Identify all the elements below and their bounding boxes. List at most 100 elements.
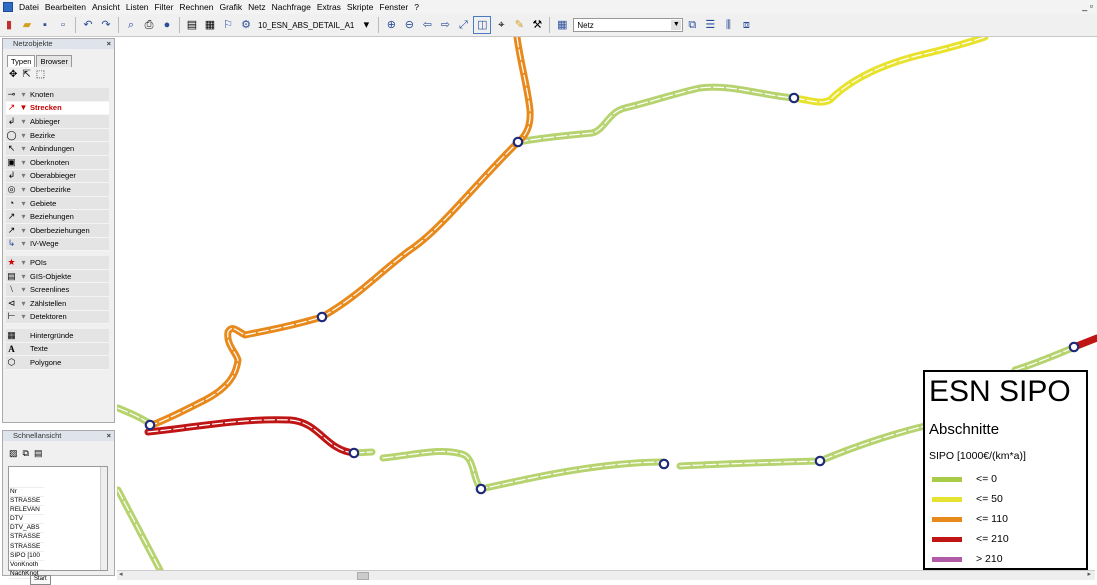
filter-icon[interactable]: ▾	[17, 199, 30, 208]
scroll-left-icon[interactable]: ◂	[119, 570, 123, 578]
menu-datei[interactable]: Datei	[16, 2, 42, 12]
network-node[interactable]	[512, 136, 524, 148]
menu-extras[interactable]: Extras	[314, 2, 344, 12]
pointer-icon[interactable]: ⇱	[22, 69, 30, 80]
filter-icon[interactable]: ▾	[17, 158, 30, 167]
filter-icon[interactable]: ▾	[17, 131, 30, 140]
chevron-down-icon[interactable]: ▼	[671, 20, 682, 30]
new-icon[interactable]: ▮	[1, 17, 17, 33]
list-item-zaehlstellen[interactable]: ⊲ ▾ Zählstellen	[6, 296, 109, 311]
link-green[interactable]	[350, 422, 929, 493]
filter-icon[interactable]: ▾	[17, 299, 30, 308]
list-item-anbindungen[interactable]: ↖ ▾ Anbindungen	[6, 142, 109, 156]
zoom-in-icon[interactable]: ⊕	[383, 17, 399, 33]
print-icon[interactable]: ⎙	[141, 17, 157, 33]
table-icon[interactable]: ▦	[202, 17, 218, 33]
filter-icon[interactable]: ▾	[17, 272, 30, 281]
window-vertical-icon[interactable]: ⫼	[720, 17, 736, 33]
window-cascade-icon[interactable]: ⧈	[738, 17, 754, 33]
filter-icon[interactable]: ▾	[17, 117, 30, 126]
list-item-hintergruende[interactable]: ▦ Hintergründe	[6, 329, 109, 343]
back-icon[interactable]: ⇦	[419, 17, 435, 33]
filter-icon[interactable]: ▾	[17, 171, 30, 180]
list-item-oberabbieger[interactable]: ↲ ▾ Oberabbieger	[6, 169, 109, 184]
tab-browser[interactable]: Browser	[36, 55, 72, 67]
undo-icon[interactable]: ↶	[80, 17, 96, 33]
list-item-strecken[interactable]: ↗ ▼ Strecken	[6, 101, 109, 116]
filter-icon[interactable]: ▾	[17, 312, 30, 321]
filter-icon[interactable]: ⚐	[220, 17, 236, 33]
window-tile-icon[interactable]: ⧉	[684, 17, 700, 33]
link-green[interactable]	[514, 83, 798, 146]
window-horizontal-icon[interactable]: ☰	[702, 17, 718, 33]
zoom-window-icon[interactable]: ◫	[473, 16, 492, 34]
open-folder-icon[interactable]: ▰	[19, 17, 35, 33]
list-item-abbieger[interactable]: ↲ ▾ Abbieger	[6, 115, 109, 129]
select-rect-icon[interactable]: ⬚	[36, 69, 45, 80]
filter-icon[interactable]: ▾	[17, 90, 30, 99]
list-item-oberbeziehungen[interactable]: ↗ ▾ Oberbeziehungen	[6, 223, 109, 238]
list-item-gis-objekte[interactable]: ▤ ▾ GIS-Objekte	[6, 269, 109, 284]
zoom-out-icon[interactable]: ⊖	[401, 17, 417, 33]
list-item-texte[interactable]: A Texte	[6, 342, 109, 357]
menu-help[interactable]: ?	[411, 2, 422, 12]
filter-icon[interactable]: ▾	[17, 239, 30, 248]
tab-typen[interactable]: Typen	[7, 55, 36, 67]
filter-icon[interactable]: ▾	[17, 226, 30, 235]
link-yellow[interactable]	[790, 37, 989, 106]
layer-name[interactable]: 10_ESN_ABS_DETAIL_A1	[258, 21, 354, 30]
link-green[interactable]	[117, 486, 164, 570]
network-node[interactable]	[316, 311, 328, 323]
list-item-oberknoten[interactable]: ▣ ▾ Oberknoten	[6, 155, 109, 170]
menu-rechnen[interactable]: Rechnen	[176, 2, 216, 12]
network-node[interactable]	[144, 419, 156, 431]
close-icon[interactable]: ×	[107, 39, 111, 49]
graphic-params-icon[interactable]: ⚙	[238, 17, 254, 33]
settings-icon[interactable]: ⚒	[529, 17, 545, 33]
network-node[interactable]	[348, 447, 360, 459]
chevron-down-icon[interactable]: ▾	[358, 17, 374, 33]
network-node[interactable]	[814, 455, 826, 467]
quickview-table[interactable]: Nr STRASSE RELEVAN DTV DTV_ABS STRASSE S…	[8, 466, 108, 579]
link-red[interactable]	[144, 416, 358, 457]
list-item-polygone[interactable]: ⬡ Polygone	[6, 356, 109, 370]
link-orange[interactable]	[148, 37, 534, 429]
close-icon[interactable]: ×	[107, 431, 111, 441]
list-item-pois[interactable]: ★ ▾ POIs	[6, 256, 109, 270]
pan-icon[interactable]: ⌖	[493, 17, 509, 33]
menu-bearbeiten[interactable]: Bearbeiten	[42, 2, 89, 12]
scrollbar-thumb[interactable]	[357, 572, 369, 580]
list-item-oberbezirke[interactable]: ◎ ▾ Oberbezirke	[6, 183, 109, 197]
paste-icon[interactable]: ▤	[34, 448, 43, 459]
edit-icon[interactable]: ✎	[511, 17, 527, 33]
filter-icon[interactable]: ▾	[17, 258, 30, 267]
columns-icon[interactable]: ▨	[9, 448, 18, 459]
scroll-right-icon[interactable]: ▸	[1087, 570, 1091, 578]
save-icon[interactable]: ▪	[37, 17, 53, 33]
filter-icon[interactable]: ▾	[17, 285, 30, 294]
net-select[interactable]: Netz ▼	[573, 18, 684, 32]
list-item-gebiete[interactable]: ◔ ▾ Gebiete	[6, 196, 109, 211]
list-item-screenlines[interactable]: ⧵ ▾ Screenlines	[6, 283, 109, 297]
filter-icon[interactable]: ▼	[17, 103, 30, 112]
list-item-iv-wege[interactable]: ↳ ▾ IV-Wege	[6, 237, 109, 252]
zoom-all-icon[interactable]: ⤢	[455, 17, 471, 33]
forward-icon[interactable]: ⇨	[437, 17, 453, 33]
window-controls[interactable]: _ ▫	[1082, 1, 1093, 11]
save-as-icon[interactable]: ▫	[55, 17, 71, 33]
filter-icon[interactable]: ▾	[17, 185, 30, 194]
list-item-detektoren[interactable]: ⊢ ▾ Detektoren	[6, 310, 109, 325]
menu-nachfrage[interactable]: Nachfrage	[269, 2, 314, 12]
menu-filter[interactable]: Filter	[152, 2, 177, 12]
redo-icon[interactable]: ↷	[98, 17, 114, 33]
menu-skripte[interactable]: Skripte	[344, 2, 376, 12]
menu-ansicht[interactable]: Ansicht	[89, 2, 123, 12]
info-icon[interactable]: ●	[159, 17, 175, 33]
horizontal-scrollbar[interactable]: ◂ ▸	[117, 570, 1095, 580]
filter-icon[interactable]: ▾	[17, 212, 30, 221]
network-node[interactable]	[1068, 341, 1080, 353]
find-icon[interactable]: ⌕	[123, 17, 139, 33]
list-item-beziehungen[interactable]: ↗ ▾ Beziehungen	[6, 210, 109, 224]
network-node[interactable]	[658, 458, 670, 470]
list-icon[interactable]: ▤	[184, 17, 200, 33]
